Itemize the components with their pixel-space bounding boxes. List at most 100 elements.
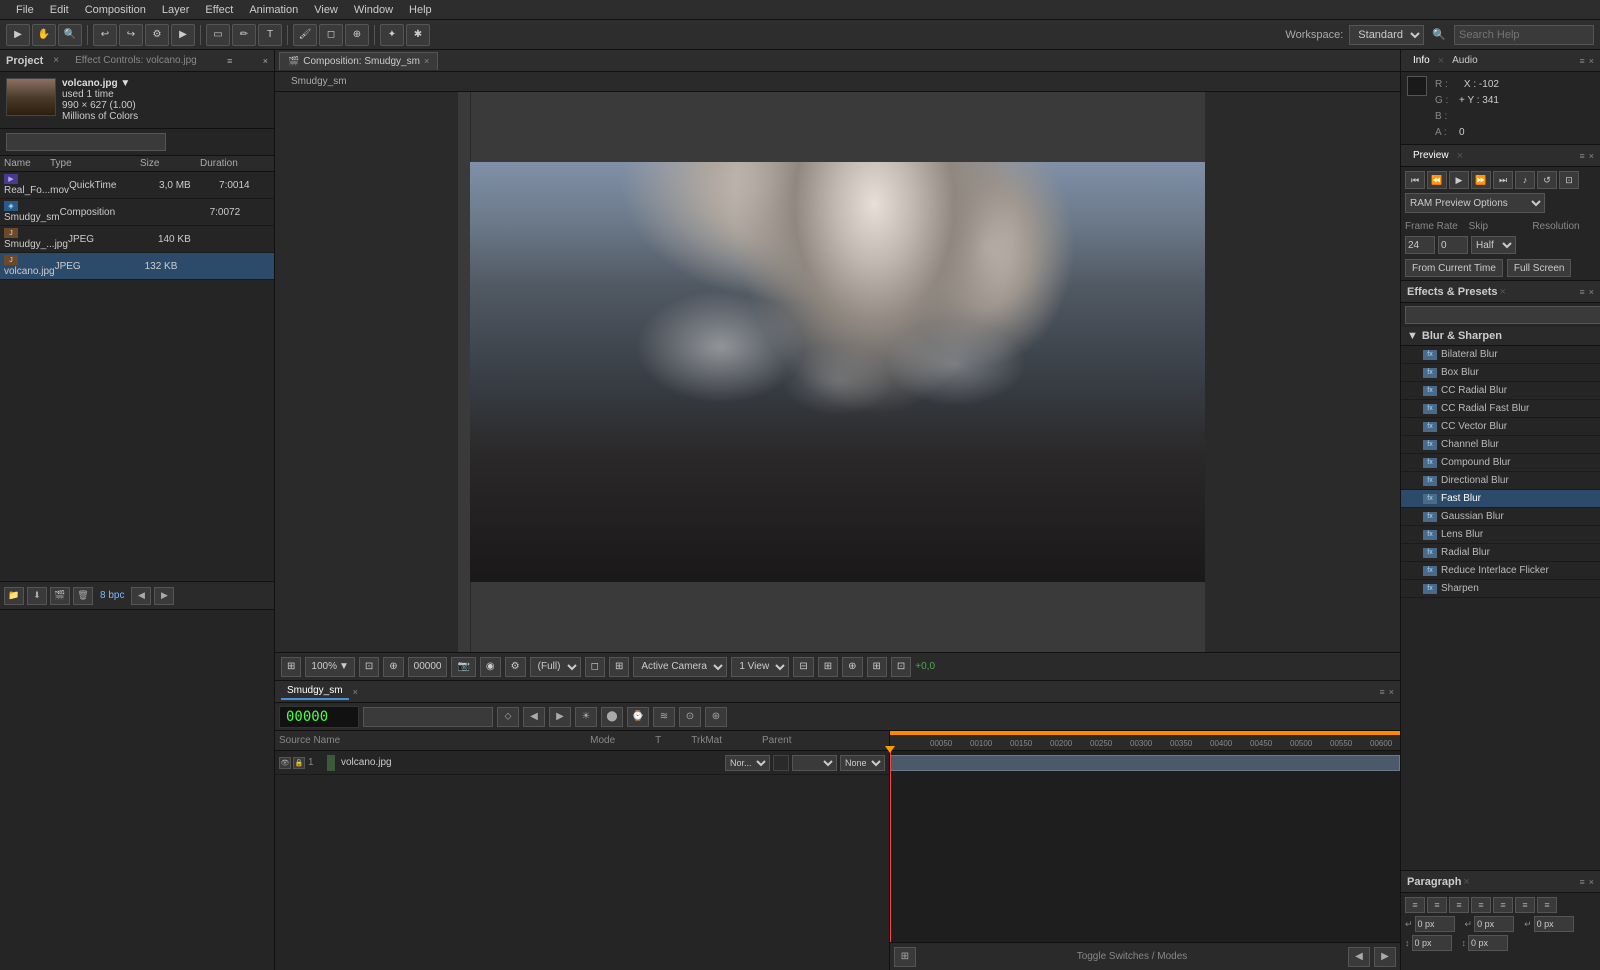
tl-footer-nav-right[interactable]: ▶ — [1374, 947, 1396, 967]
para-justify-all[interactable]: ≡ — [1537, 897, 1557, 913]
para-align-left[interactable]: ≡ — [1405, 897, 1425, 913]
vt-grid-btn[interactable]: ⊞ — [281, 657, 301, 677]
comp-viewer[interactable] — [275, 92, 1400, 652]
new-folder-btn[interactable]: 📁 — [4, 587, 24, 605]
vt-channel-btn[interactable]: ◉ — [480, 657, 501, 677]
tl-new-keyframe[interactable]: ⬦ — [497, 707, 519, 727]
tool-preview[interactable]: ▶ — [171, 24, 195, 46]
effect-lens-blur[interactable]: fx Lens Blur — [1401, 526, 1600, 544]
vt-color-select[interactable]: (Full) — [530, 657, 581, 677]
para-align-center[interactable]: ≡ — [1427, 897, 1447, 913]
prev-to-start[interactable]: ⏮ — [1405, 171, 1425, 189]
file-row-jpg1[interactable]: JSmudgy_...jpg JPEG 140 KB — [0, 226, 274, 253]
skip-input[interactable] — [1438, 236, 1468, 254]
prev-loop[interactable]: ↺ — [1537, 171, 1557, 189]
search-help-input[interactable] — [1454, 25, 1594, 45]
track-mode-select[interactable]: Nor... — [725, 755, 770, 771]
tl-flow[interactable]: ≋ — [653, 707, 675, 727]
tool-clone[interactable]: ⊕ — [345, 24, 369, 46]
track-eye-icon[interactable]: 👁 — [279, 757, 291, 769]
tl-prev-keyframe[interactable]: ◀ — [523, 707, 545, 727]
preview-tab[interactable]: Preview — [1407, 150, 1455, 161]
vt-bit-btn[interactable]: ⚙ — [505, 657, 526, 677]
vt-grid-overlay[interactable]: ⊞ — [609, 657, 629, 677]
tl-comp-btn[interactable]: ⬤ — [601, 707, 623, 727]
timeline-bar-1[interactable] — [890, 755, 1400, 771]
tool-select[interactable]: ▶ — [6, 24, 30, 46]
audio-tab[interactable]: Audio — [1446, 55, 1484, 66]
vt-snap2[interactable]: ⊕ — [842, 657, 862, 677]
tool-rect[interactable]: ▭ — [206, 24, 230, 46]
para-space2-input[interactable] — [1468, 935, 1508, 951]
prev-audio[interactable]: ♪ — [1515, 171, 1535, 189]
prev-to-end[interactable]: ⏭ — [1493, 171, 1513, 189]
para-justify-left[interactable]: ≡ — [1471, 897, 1491, 913]
prev-step-back[interactable]: ⏪ — [1427, 171, 1447, 189]
tool-pen[interactable]: ✏ — [232, 24, 256, 46]
effect-cc-radial-blur[interactable]: fx CC Radial Blur — [1401, 382, 1600, 400]
vt-timecode-btn[interactable]: 00000 — [408, 657, 448, 677]
tool-undo[interactable]: ↩ — [93, 24, 117, 46]
menu-composition[interactable]: Composition — [77, 0, 154, 20]
frame-rate-input[interactable] — [1405, 236, 1435, 254]
tool-brush[interactable]: 🖌 — [293, 24, 317, 46]
timeline-playhead[interactable] — [890, 751, 891, 942]
vt-region-btn[interactable]: ◻ — [585, 657, 605, 677]
para-indent1-input[interactable] — [1415, 916, 1455, 932]
tl-tab-main[interactable]: Smudgy_sm — [281, 683, 349, 700]
effect-bilateral-blur[interactable]: fx Bilateral Blur — [1401, 346, 1600, 364]
vt-view-select[interactable]: 1 View — [731, 657, 789, 677]
menu-animation[interactable]: Animation — [241, 0, 306, 20]
para-justify-center[interactable]: ≡ — [1493, 897, 1513, 913]
project-panel-close[interactable]: × — [263, 56, 268, 66]
workspace-select[interactable]: Standard — [1349, 25, 1424, 45]
file-row-comp[interactable]: ◈Smudgy_sm Composition 7:0072 — [0, 199, 274, 226]
para-menu[interactable]: ≡ — [1579, 877, 1584, 887]
tl-draft[interactable]: ⊛ — [705, 707, 727, 727]
track-t-check[interactable] — [773, 755, 789, 771]
tl-panel-menu[interactable]: ≡ — [1379, 687, 1384, 697]
para-align-right[interactable]: ≡ — [1449, 897, 1469, 913]
vt-ruler-btn[interactable]: ⊡ — [891, 657, 911, 677]
ram-select[interactable]: RAM Preview Options — [1405, 193, 1545, 213]
timeline-track-area[interactable] — [890, 751, 1400, 942]
tool-hand[interactable]: ✋ — [32, 24, 56, 46]
effect-radial-blur[interactable]: fx Radial Blur — [1401, 544, 1600, 562]
tool-eraser[interactable]: ◻ — [319, 24, 343, 46]
para-close[interactable]: × — [1589, 877, 1594, 887]
effect-box-blur[interactable]: fx Box Blur — [1401, 364, 1600, 382]
menu-effect[interactable]: Effect — [197, 0, 241, 20]
para-indent2-input[interactable] — [1474, 916, 1514, 932]
tool-puppet[interactable]: ✦ — [380, 24, 404, 46]
track-parent-select[interactable]: None — [840, 755, 885, 771]
track-trkmat-select[interactable] — [792, 755, 837, 771]
vt-guide-btn[interactable]: ⊞ — [867, 657, 887, 677]
tl-solo[interactable]: ☀ — [575, 707, 597, 727]
tl-toggle-switches[interactable]: ⊞ — [894, 947, 916, 967]
comp-tab-close[interactable]: × — [424, 56, 429, 66]
project-panel-menu[interactable]: ≡ — [227, 56, 232, 66]
vt-zoom-select[interactable]: 100% ▼ — [305, 657, 354, 677]
para-justify-right[interactable]: ≡ — [1515, 897, 1535, 913]
tool-text[interactable]: T — [258, 24, 282, 46]
from-current-btn[interactable]: From Current Time — [1405, 259, 1503, 277]
track-row-1[interactable]: 👁 🔒 1 volcano.jpg Nor... — [275, 751, 889, 775]
vt-view-opts[interactable]: ⊟ — [793, 657, 813, 677]
vt-camera-btn[interactable]: 📷 — [451, 657, 475, 677]
menu-layer[interactable]: Layer — [154, 0, 198, 20]
tl-tab-close[interactable]: × — [349, 687, 362, 697]
preview-close[interactable]: × — [1589, 151, 1594, 161]
prev-arrow[interactable]: ◀ — [131, 587, 151, 605]
info-panel-close[interactable]: × — [1589, 56, 1594, 66]
effects-close[interactable]: × — [1589, 287, 1594, 297]
effect-gaussian-blur[interactable]: fx Gaussian Blur — [1401, 508, 1600, 526]
effect-controls-tab[interactable]: Effect Controls: volcano.jpg — [75, 55, 197, 66]
vt-camera-select[interactable]: Active Camera — [633, 657, 727, 677]
tl-panel-close[interactable]: × — [1389, 687, 1394, 697]
comp-tab[interactable]: 🎬 Composition: Smudgy_sm × — [279, 52, 438, 70]
tl-next-keyframe[interactable]: ▶ — [549, 707, 571, 727]
tl-time-remap[interactable]: ⌚ — [627, 707, 649, 727]
full-screen-btn[interactable]: Full Screen — [1507, 259, 1572, 277]
effect-compound-blur[interactable]: fx Compound Blur — [1401, 454, 1600, 472]
resolution-select[interactable]: Half — [1471, 236, 1516, 254]
